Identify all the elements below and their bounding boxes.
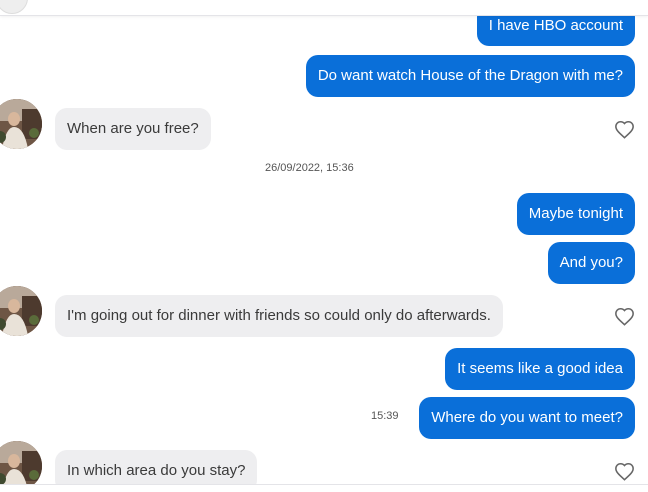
date-separator: 26/09/2022, 15:36: [265, 162, 354, 174]
contact-avatar[interactable]: [0, 286, 42, 336]
outgoing-message[interactable]: It seems like a good idea: [445, 348, 635, 390]
message-time: 15:39: [371, 410, 399, 422]
header-avatar[interactable]: [0, 0, 28, 14]
chat-thread: I have HBO account Do want watch House o…: [0, 0, 648, 492]
incoming-message[interactable]: When are you free?: [55, 108, 211, 150]
outgoing-message[interactable]: Maybe tonight: [516, 193, 635, 235]
outgoing-message[interactable]: Do want watch House of the Dragon with m…: [305, 55, 635, 97]
chat-header: [0, 0, 648, 16]
heart-icon[interactable]: [614, 307, 635, 326]
outgoing-message[interactable]: Where do you want to meet?: [419, 397, 635, 439]
composer-edge: [0, 484, 648, 492]
heart-icon[interactable]: [614, 120, 635, 139]
contact-avatar[interactable]: [0, 99, 42, 149]
incoming-message[interactable]: I'm going out for dinner with friends so…: [55, 295, 503, 337]
heart-icon[interactable]: [614, 462, 635, 481]
outgoing-message[interactable]: And you?: [547, 242, 635, 284]
